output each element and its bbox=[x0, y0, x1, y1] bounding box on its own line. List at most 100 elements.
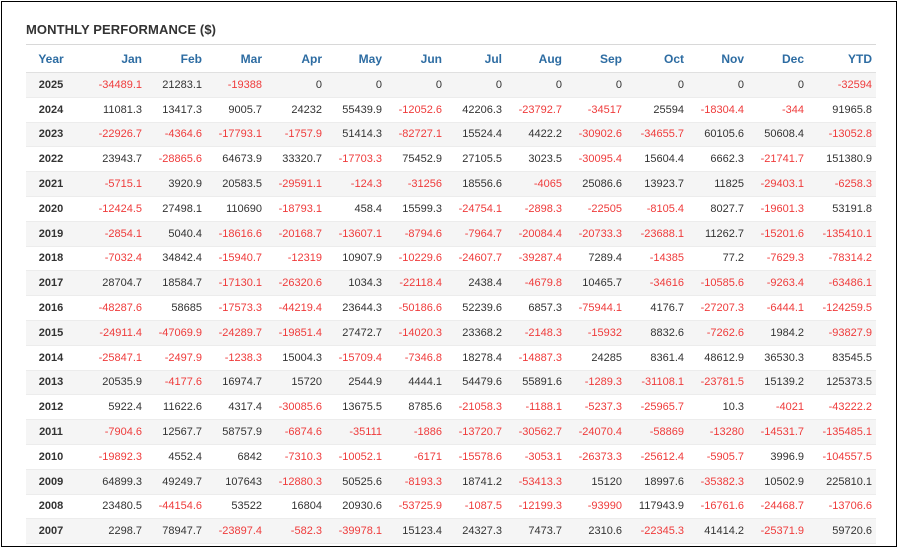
ytd-cell: -13706.6 bbox=[808, 494, 876, 520]
year-cell: 2015 bbox=[26, 320, 76, 346]
month-value-cell: 15524.4 bbox=[446, 122, 506, 148]
month-value-cell: 6857.3 bbox=[506, 295, 566, 321]
month-value-cell: 50525.6 bbox=[326, 469, 386, 495]
month-value-cell: -13280 bbox=[688, 419, 748, 445]
month-value-cell: 0 bbox=[748, 72, 808, 98]
year-cell: 2023 bbox=[26, 122, 76, 148]
month-value-cell: 15599.3 bbox=[386, 196, 446, 222]
month-value-cell: -30095.4 bbox=[566, 146, 626, 173]
month-value-cell: -26373.3 bbox=[566, 444, 626, 470]
month-value-cell: 0 bbox=[326, 72, 386, 98]
month-value-cell: 5040.4 bbox=[146, 221, 206, 247]
month-value-cell: -48287.6 bbox=[76, 295, 146, 321]
month-value-cell: -344 bbox=[748, 97, 808, 123]
month-value-cell: -23688.1 bbox=[626, 221, 688, 247]
month-value-cell: 18741.2 bbox=[446, 469, 506, 495]
ytd-cell: -135410.1 bbox=[808, 221, 876, 247]
month-value-cell: 0 bbox=[446, 72, 506, 98]
month-value-cell: 2438.4 bbox=[446, 270, 506, 297]
month-value-cell: 11262.7 bbox=[688, 221, 748, 247]
month-value-cell: 2544.9 bbox=[326, 370, 386, 396]
month-value-cell: -31108.1 bbox=[626, 370, 688, 396]
month-value-cell: -4021 bbox=[748, 394, 808, 421]
month-value-cell: -14385 bbox=[626, 246, 688, 272]
month-value-cell: 28704.7 bbox=[76, 270, 146, 297]
performance-panel: MONTHLY PERFORMANCE ($) Year Jan Feb Mar Apr… bbox=[1, 1, 897, 547]
year-cell: 2018 bbox=[26, 246, 76, 272]
month-value-cell: 458.4 bbox=[326, 196, 386, 222]
table-row: 2021 -5715.1 3920.9 20583.5 -29591.1 -124.3 -3… bbox=[26, 171, 876, 197]
column-header-jul: Jul bbox=[446, 46, 506, 73]
year-cell: 2020 bbox=[26, 196, 76, 222]
ytd-cell: 225810.1 bbox=[808, 469, 876, 495]
year-cell: 2021 bbox=[26, 171, 76, 197]
month-value-cell: 117943.9 bbox=[626, 494, 688, 520]
month-value-cell: 18278.4 bbox=[446, 345, 506, 371]
month-value-cell: 11622.6 bbox=[146, 394, 206, 421]
month-value-cell: -6444.1 bbox=[748, 295, 808, 321]
table-row: 2015 -24911.4 -47069.9 -24289.7 -19851.4 2747… bbox=[26, 320, 876, 346]
month-value-cell: 77.2 bbox=[688, 246, 748, 272]
month-value-cell: -14020.3 bbox=[386, 320, 446, 346]
month-value-cell: -35111 bbox=[326, 419, 386, 445]
column-header-mar: Mar bbox=[206, 46, 266, 73]
month-value-cell: 8027.7 bbox=[688, 196, 748, 222]
ytd-cell: 125373.5 bbox=[808, 370, 876, 396]
month-value-cell: -15709.4 bbox=[326, 345, 386, 371]
month-value-cell: 52239.6 bbox=[446, 295, 506, 321]
table-row: 2022 23943.7 -28865.6 64673.9 33320.7 -17703.… bbox=[26, 146, 876, 173]
year-cell: 2009 bbox=[26, 469, 76, 495]
ytd-cell: -104557.5 bbox=[808, 444, 876, 470]
month-value-cell: -27207.3 bbox=[688, 295, 748, 321]
ytd-cell: -32594 bbox=[808, 72, 876, 98]
month-value-cell: -30085.6 bbox=[266, 394, 326, 421]
title-divider bbox=[26, 44, 876, 45]
month-value-cell: -24468.7 bbox=[748, 494, 808, 520]
month-value-cell: 15604.4 bbox=[626, 146, 688, 173]
month-value-cell: 23368.2 bbox=[446, 320, 506, 346]
month-value-cell: -23792.7 bbox=[506, 97, 566, 123]
month-value-cell: -2854.1 bbox=[76, 221, 146, 247]
ytd-cell: 83545.5 bbox=[808, 345, 876, 371]
month-value-cell: 6662.3 bbox=[688, 146, 748, 173]
month-value-cell: -3053.1 bbox=[506, 444, 566, 470]
month-value-cell: 13923.7 bbox=[626, 171, 688, 197]
month-value-cell: -21058.3 bbox=[446, 394, 506, 421]
month-value-cell: 2298.7 bbox=[76, 518, 146, 545]
month-value-cell: 23644.3 bbox=[326, 295, 386, 321]
month-value-cell: 15720 bbox=[266, 370, 326, 396]
ytd-cell: 53191.8 bbox=[808, 196, 876, 222]
month-value-cell: -1757.9 bbox=[266, 122, 326, 148]
table-row: 2023 -22926.7 -4364.6 -17793.1 -1757.9 51414.… bbox=[26, 122, 876, 148]
month-value-cell: -39978.1 bbox=[326, 518, 386, 545]
month-value-cell: 0 bbox=[688, 72, 748, 98]
month-value-cell: -2898.3 bbox=[506, 196, 566, 222]
column-header-nov: Nov bbox=[688, 46, 748, 73]
month-value-cell: 25086.6 bbox=[566, 171, 626, 197]
month-value-cell: -30902.6 bbox=[566, 122, 626, 148]
month-value-cell: -19388 bbox=[206, 72, 266, 98]
month-value-cell: -24911.4 bbox=[76, 320, 146, 346]
month-value-cell: -34655.7 bbox=[626, 122, 688, 148]
month-value-cell: -1238.3 bbox=[206, 345, 266, 371]
table-row: 2009 64899.3 49249.7 107643 -12880.3 50525.6-… bbox=[26, 469, 876, 495]
month-value-cell: 1984.2 bbox=[748, 320, 808, 346]
month-value-cell: -12880.3 bbox=[266, 469, 326, 495]
year-cell: 2011 bbox=[26, 419, 76, 445]
month-value-cell: -12199.3 bbox=[506, 494, 566, 520]
month-value-cell: -1289.3 bbox=[566, 370, 626, 396]
month-value-cell: 13675.5 bbox=[326, 394, 386, 421]
month-value-cell: -124.3 bbox=[326, 171, 386, 197]
month-value-cell: 16974.7 bbox=[206, 370, 266, 396]
month-value-cell: -15201.6 bbox=[748, 221, 808, 247]
column-header-apr: Apr bbox=[266, 46, 326, 73]
month-value-cell: 75452.9 bbox=[386, 146, 446, 173]
year-cell: 2022 bbox=[26, 146, 76, 173]
table-row: 2014 -25847.1 -2497.9 -1238.3 15004.3 -15709.… bbox=[26, 345, 876, 371]
month-value-cell: 23480.5 bbox=[76, 494, 146, 520]
month-value-cell: -16761.6 bbox=[688, 494, 748, 520]
ytd-cell: -43222.2 bbox=[808, 394, 876, 421]
month-value-cell: 49249.7 bbox=[146, 469, 206, 495]
month-value-cell: 8832.6 bbox=[626, 320, 688, 346]
month-value-cell: 12567.7 bbox=[146, 419, 206, 445]
